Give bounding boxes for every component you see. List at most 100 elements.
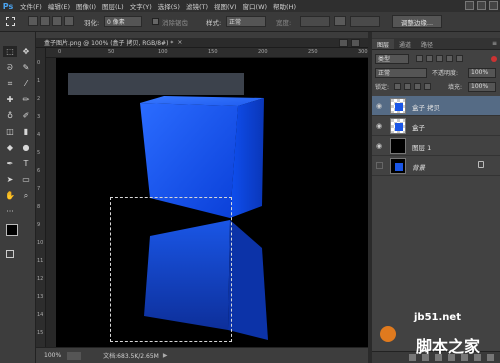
document-close-icon[interactable]: × [177,39,182,46]
menu-type[interactable]: 文字(Y) [130,1,152,11]
foreground-color-swatch[interactable] [6,224,18,236]
tab-channels[interactable]: 通道 [394,39,416,49]
clone-stamp-tool-icon[interactable]: ♁ [3,110,17,121]
quick-select-tool-icon[interactable]: ✎ [19,62,33,73]
swap-dimensions-icon[interactable] [334,16,346,26]
vertical-ruler: 0 1 2 3 4 5 6 7 8 9 10 11 12 13 14 15 [36,48,46,347]
filter-toggle-icon[interactable] [491,55,497,62]
menu-layer[interactable]: 图层(L) [102,1,124,11]
menu-view[interactable]: 视图(V) [214,1,237,11]
zoom-tool-icon[interactable]: ⌕ [19,190,33,201]
layer-row[interactable]: ◉ 盒子 拷贝 [372,96,500,116]
new-selection-icon[interactable] [28,16,38,26]
zoom-navigator-icon[interactable] [67,351,82,360]
maximize-button[interactable] [477,1,486,10]
layer-name[interactable]: 盒子 拷贝 [412,102,440,112]
thumb-cube [395,123,403,131]
status-menu-arrow-icon[interactable]: ▶ [163,352,168,359]
panel-tabs: 图层 通道 路径 [372,38,500,50]
panel-menu-icon[interactable]: ≡ [492,40,497,47]
hand-tool-icon[interactable]: ✋ [3,190,17,201]
antialias-checkbox[interactable] [152,18,159,25]
menu-image[interactable]: 图像(I) [76,1,96,11]
blend-mode-select[interactable]: 正常 [375,67,427,78]
spot-heal-tool-icon[interactable]: ✚ [3,94,17,105]
document-tab[interactable]: 盒子图片.png @ 100% (盒子 拷贝, RGB/8#) * × [36,38,368,48]
filter-smart-icon[interactable] [456,55,463,62]
document-maximize-button[interactable] [351,39,360,47]
width-input[interactable] [300,16,330,27]
layer-name[interactable]: 图层 1 [412,142,431,152]
type-tool-icon[interactable]: T [19,158,33,169]
lock-all-icon[interactable] [424,83,431,90]
filter-kind-select[interactable]: 类型 [375,53,409,64]
pen-tool-icon[interactable]: ✒ [3,158,17,169]
menu-select[interactable]: 选择(S) [158,1,180,11]
feather-input[interactable]: 0 像素 [104,16,142,27]
style-select[interactable]: 正常 [226,16,266,27]
layer-name[interactable]: 盒子 [412,122,425,132]
menu-window[interactable]: 窗口(W) [243,1,268,11]
tab-layers[interactable]: 图层 [372,39,395,49]
visibility-eye-icon[interactable]: ◉ [376,102,382,110]
watermark-site: jb51.net [414,312,461,323]
layer-row[interactable]: ◉ 图层 1 [372,136,500,156]
ruler-tick-label: 200 [258,49,268,55]
filter-type-icon[interactable] [436,55,443,62]
document-minimize-button[interactable] [339,39,348,47]
move-tool-icon[interactable]: ✥ [19,46,33,57]
opacity-input[interactable]: 100% [468,67,496,78]
blend-row: 正常 不透明度: 100% [372,66,500,79]
intersect-selection-icon[interactable] [64,16,74,26]
shape-tool-icon[interactable]: ▭ [19,174,33,185]
menu-edit[interactable]: 编辑(E) [48,1,70,11]
close-window-button[interactable] [489,1,498,10]
lock-pixels-icon[interactable] [404,83,411,90]
refine-edge-button[interactable]: 调整边缘... [392,15,442,28]
lasso-tool-icon[interactable]: ᘐ [3,62,17,73]
minimize-button[interactable] [465,1,474,10]
filter-adjust-icon[interactable] [426,55,433,62]
more-tools-icon[interactable]: ··· [3,206,17,217]
layer-row[interactable]: ◉ 盒子 [372,116,500,136]
tab-paths[interactable]: 路径 [416,39,438,49]
ruler-tick-label: 13 [37,294,44,300]
layer-name[interactable]: 背景 [412,162,425,172]
ruler-tick-label: 12 [37,276,44,282]
history-brush-tool-icon[interactable]: ✐ [19,110,33,121]
window-controls [465,1,498,10]
menu-filter[interactable]: 滤镜(T) [186,1,208,11]
thumb-cube [395,103,403,111]
lock-position-icon[interactable] [414,83,421,90]
eyedropper-tool-icon[interactable]: ⁄ [19,78,33,89]
visibility-eye-icon[interactable]: ◉ [376,122,382,130]
path-select-tool-icon[interactable]: ➤ [3,174,17,185]
filter-pixel-icon[interactable] [416,55,423,62]
document-canvas[interactable] [56,58,368,347]
lock-label: 锁定: [375,84,390,91]
dodge-tool-icon[interactable]: ● [19,142,33,153]
marquee-selection[interactable] [110,197,232,342]
gradient-tool-icon[interactable]: ▮ [19,126,33,137]
menu-file[interactable]: 文件(F) [20,1,42,11]
layer-row[interactable]: 背景 [372,156,500,176]
lock-transparent-icon[interactable] [394,83,401,90]
zoom-level[interactable]: 100% [44,352,61,359]
blur-tool-icon[interactable]: ◆ [3,142,17,153]
add-selection-icon[interactable] [40,16,50,26]
filter-shape-icon[interactable] [446,55,453,62]
menu-items: 文件(F) 编辑(E) 图像(I) 图层(L) 文字(Y) 选择(S) 滤镜(T… [20,1,296,11]
fill-input[interactable]: 100% [468,81,496,92]
brush-tool-icon[interactable]: ✏ [19,94,33,105]
rect-marquee-tool-icon[interactable]: ⬚ [3,46,17,57]
menu-help[interactable]: 帮助(H) [273,1,296,11]
ruler-tick-label: 0 [37,60,41,66]
crop-tool-icon[interactable]: ⌗ [3,78,17,89]
quick-mask-icon[interactable] [6,250,14,258]
visibility-eye-icon[interactable]: ◉ [376,142,382,150]
marquee-preset-icon[interactable] [6,17,15,26]
visibility-off-icon[interactable] [376,162,383,169]
subtract-selection-icon[interactable] [52,16,62,26]
eraser-tool-icon[interactable]: ◫ [3,126,17,137]
height-input[interactable] [350,16,380,27]
